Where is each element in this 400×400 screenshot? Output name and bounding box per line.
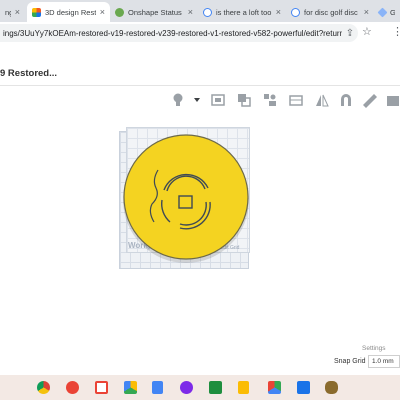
browser-tab-strip: ngs × 3D design Restore × Onshape Status… xyxy=(0,0,400,22)
design-toolbar xyxy=(0,87,400,115)
play-store-icon[interactable] xyxy=(268,381,281,394)
tab-title: 3D design Restore xyxy=(45,7,96,17)
snap-grid-value: 1.0 mm xyxy=(372,358,394,365)
docs-icon[interactable] xyxy=(152,381,163,394)
canva-icon[interactable] xyxy=(180,381,193,394)
drive-icon[interactable] xyxy=(124,381,137,394)
bookmark-star-icon[interactable]: ☆ xyxy=(362,25,372,38)
taskbar-shelf xyxy=(0,375,400,400)
url-text: ings/3UuYy7kOEAm-restored-v19-restored-v… xyxy=(3,28,342,38)
duplicate-icon[interactable] xyxy=(236,92,252,108)
group-icon[interactable] xyxy=(262,92,278,108)
tab-title: Onshape Status xyxy=(128,7,182,17)
address-bar[interactable]: ings/3UuYy7kOEAm-restored-v19-restored-v… xyxy=(0,24,358,42)
tab-close-icon[interactable]: × xyxy=(276,7,281,17)
files-icon[interactable] xyxy=(297,381,310,394)
tab-close-icon[interactable]: × xyxy=(188,7,193,17)
magnet-icon[interactable] xyxy=(338,92,354,108)
fill-icon[interactable] xyxy=(386,92,400,108)
kebab-menu-icon[interactable]: ⋮ xyxy=(392,25,400,38)
screen: ngs × 3D design Restore × Onshape Status… xyxy=(0,0,400,400)
onshape-favicon-icon xyxy=(115,7,124,17)
classroom-icon[interactable] xyxy=(209,381,222,394)
snap-grid-label: Snap Grid xyxy=(334,358,366,365)
snap-grid-select[interactable]: 1.0 mm xyxy=(368,355,400,368)
pot-icon[interactable] xyxy=(325,381,338,394)
gmail-icon[interactable] xyxy=(95,381,108,394)
lightbulb-icon[interactable] xyxy=(170,92,186,108)
tab-onshape-status[interactable]: Onshape Status × xyxy=(110,2,198,22)
dropdown-caret-icon[interactable] xyxy=(192,92,202,108)
chrome-icon[interactable] xyxy=(37,381,50,394)
design-title[interactable]: 9 Restored... xyxy=(0,68,57,79)
mirror-icon[interactable] xyxy=(314,92,330,108)
note-icon[interactable] xyxy=(210,92,226,108)
tab-3d-design[interactable]: 3D design Restore × xyxy=(27,2,110,22)
tab-close-icon[interactable]: × xyxy=(100,7,105,17)
tab-title: for disc golf disc xyxy=(304,7,358,17)
slides-icon[interactable] xyxy=(238,381,249,394)
align-icon[interactable] xyxy=(288,92,304,108)
share-icon[interactable]: ⇪ xyxy=(342,28,358,39)
tab-settings-partial[interactable]: ngs × xyxy=(0,2,25,22)
palette-icon[interactable] xyxy=(66,381,79,394)
tab-close-icon[interactable]: × xyxy=(364,7,369,17)
tab-loft-tool-search[interactable]: is there a loft tool × xyxy=(198,2,286,22)
tab-disc-golf-search[interactable]: for disc golf disc × xyxy=(286,2,374,22)
disc-shape[interactable] xyxy=(118,130,254,266)
google-favicon-icon xyxy=(291,7,300,17)
app-header: 9 Restored... xyxy=(0,60,400,86)
ruler-icon[interactable] xyxy=(362,92,378,108)
tab-title: ngs xyxy=(5,7,11,17)
google-favicon-icon xyxy=(203,7,212,17)
tinkercad-favicon-icon xyxy=(32,7,41,17)
gemini-favicon-icon xyxy=(377,7,388,17)
settings-button[interactable]: Settings xyxy=(356,342,392,354)
tab-title: is there a loft tool xyxy=(216,7,272,17)
workplane-canvas[interactable]: Workpl Edit Grid Settings Snap Grid 1.0 … xyxy=(0,115,400,375)
tab-gemini-partial[interactable]: Go xyxy=(374,2,400,22)
disc-body[interactable] xyxy=(123,134,249,260)
address-bar-row: ings/3UuYy7kOEAm-restored-v19-restored-v… xyxy=(0,22,400,44)
tab-close-icon[interactable]: × xyxy=(15,7,20,17)
tab-title: Go xyxy=(390,7,395,17)
